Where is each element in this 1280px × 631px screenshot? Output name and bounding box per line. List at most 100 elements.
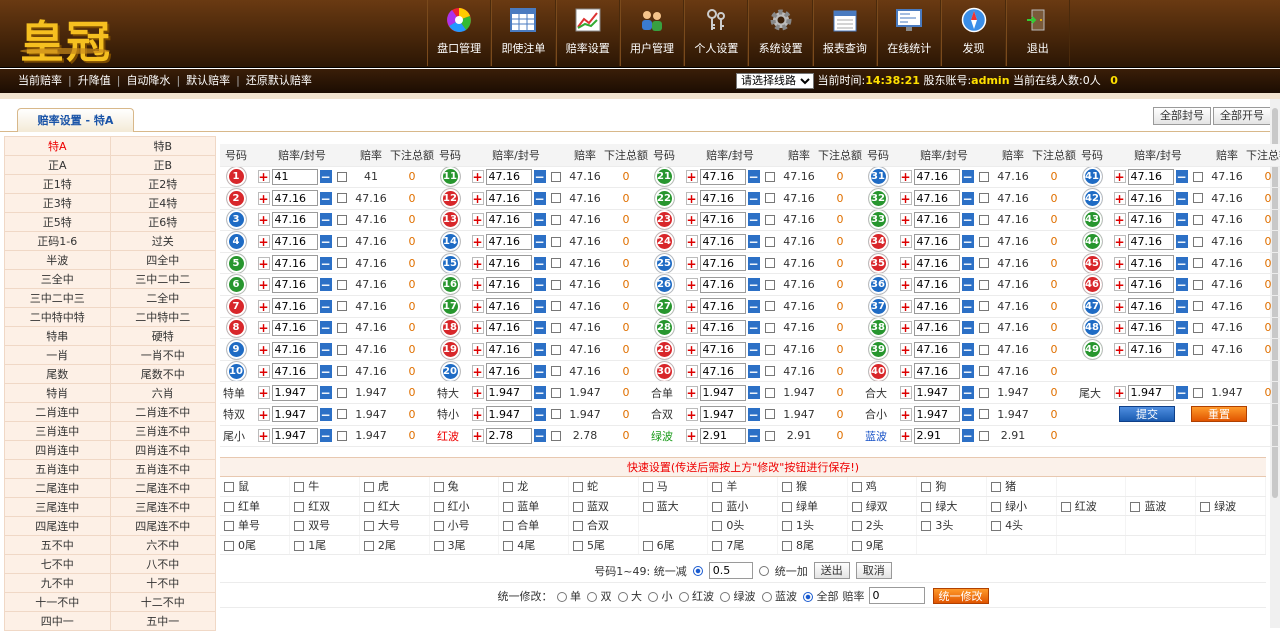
nav-item-5[interactable]: 系统设置	[748, 0, 813, 66]
sidebar-item[interactable]: 五肖连中	[4, 459, 111, 479]
lock-checkbox[interactable]	[1192, 258, 1203, 269]
submit-button[interactable]: 提交	[1119, 406, 1175, 423]
quick-checkbox[interactable]	[503, 482, 514, 493]
sidebar-item[interactable]: 尾数	[4, 364, 111, 384]
quick-option[interactable]: 1头	[777, 515, 848, 536]
increase-button[interactable]: +	[471, 256, 484, 270]
quick-option[interactable]: 牛	[289, 477, 360, 497]
quick-checkbox[interactable]	[224, 540, 234, 551]
lock-checkbox[interactable]	[764, 344, 775, 355]
nav-item-9[interactable]: 退出	[1005, 0, 1070, 66]
sidebar-item[interactable]: 五不中	[4, 535, 111, 555]
increase-button[interactable]: +	[1113, 235, 1126, 249]
sidebar-item[interactable]: 五肖连不中	[109, 459, 216, 479]
decrease-button[interactable]: −	[319, 191, 332, 205]
lock-checkbox[interactable]	[336, 236, 347, 247]
decrease-button[interactable]: −	[319, 364, 332, 378]
sidebar-item[interactable]: 正2特	[109, 174, 216, 194]
quick-option[interactable]: 狗	[916, 477, 988, 497]
decrease-button[interactable]: −	[319, 170, 332, 184]
line-select[interactable]: 请选择线路	[736, 73, 814, 89]
quick-checkbox[interactable]	[294, 540, 305, 551]
odds-input[interactable]	[699, 168, 746, 185]
sidebar-item[interactable]: 三肖连不中	[109, 421, 216, 441]
quick-checkbox[interactable]	[851, 502, 862, 513]
quick-option[interactable]: 红双	[289, 496, 360, 517]
quick-option[interactable]: 羊	[707, 477, 778, 497]
lock-checkbox[interactable]	[336, 258, 347, 269]
quick-option[interactable]: 蓝双	[568, 496, 639, 517]
quick-checkbox[interactable]	[572, 482, 583, 493]
quick-checkbox[interactable]	[572, 540, 583, 551]
odds-input[interactable]	[271, 255, 318, 272]
lock-checkbox[interactable]	[336, 344, 347, 355]
lock-checkbox[interactable]	[336, 322, 347, 333]
lock-checkbox[interactable]	[764, 279, 775, 290]
quick-option[interactable]: 兔	[429, 477, 500, 497]
odds-input[interactable]	[1127, 168, 1174, 185]
sidebar-item[interactable]: 九不中	[4, 573, 111, 593]
quick-checkbox[interactable]	[642, 482, 653, 493]
open-all-button[interactable]: 全部开号	[1213, 107, 1271, 125]
quick-option[interactable]: 2头	[847, 515, 918, 536]
odds-input[interactable]	[485, 406, 532, 423]
decrease-button[interactable]: −	[1175, 256, 1188, 270]
unify-option[interactable]: 大	[617, 588, 642, 604]
quick-option[interactable]: 绿小	[986, 496, 1057, 517]
lock-checkbox[interactable]	[978, 366, 989, 377]
lock-checkbox[interactable]	[764, 171, 775, 182]
quick-checkbox[interactable]	[921, 521, 932, 532]
increase-button[interactable]: +	[471, 407, 484, 421]
odds-input[interactable]	[271, 363, 318, 380]
sidebar-item[interactable]: 四肖连不中	[109, 440, 216, 460]
odds-input[interactable]	[271, 168, 318, 185]
unify-radio[interactable]	[617, 591, 628, 602]
increase-button[interactable]: +	[685, 191, 698, 205]
increase-button[interactable]: +	[257, 429, 270, 443]
unify-radio[interactable]	[803, 591, 813, 602]
decrease-button[interactable]: −	[1175, 386, 1188, 400]
lock-checkbox[interactable]	[550, 236, 561, 247]
sidebar-item[interactable]: 正3特	[4, 193, 111, 213]
increase-button[interactable]: +	[471, 299, 484, 313]
quick-option[interactable]: 蓝波	[1125, 496, 1197, 517]
unify-option[interactable]: 小	[648, 588, 673, 604]
increase-button[interactable]: +	[899, 386, 912, 400]
odds-input[interactable]	[913, 255, 960, 272]
quick-checkbox[interactable]	[503, 521, 514, 532]
quick-checkbox[interactable]	[433, 521, 444, 532]
quick-checkbox[interactable]	[433, 502, 444, 513]
sidebar-item[interactable]: 三肖连中	[4, 421, 111, 441]
quick-checkbox[interactable]	[712, 482, 723, 493]
sidebar-item[interactable]: 六不中	[109, 535, 216, 555]
decrease-button[interactable]: −	[961, 407, 974, 421]
increase-button[interactable]: +	[1113, 321, 1126, 335]
lock-checkbox[interactable]	[550, 301, 561, 312]
odds-input[interactable]	[913, 233, 960, 250]
odds-input[interactable]	[485, 341, 532, 358]
quick-checkbox[interactable]	[433, 540, 444, 551]
odds-input[interactable]	[485, 384, 532, 401]
odds-input[interactable]	[913, 298, 960, 315]
increase-button[interactable]: +	[1113, 213, 1126, 227]
lock-checkbox[interactable]	[978, 430, 989, 441]
decrease-button[interactable]: −	[961, 429, 974, 443]
lock-checkbox[interactable]	[336, 409, 347, 420]
unify-radio[interactable]	[587, 591, 597, 602]
sub-link[interactable]: 自动降水	[126, 74, 170, 87]
send-button[interactable]: 送出	[813, 562, 850, 579]
decrease-button[interactable]: −	[533, 235, 546, 249]
quick-checkbox[interactable]	[294, 502, 305, 513]
quick-checkbox[interactable]	[1200, 502, 1211, 513]
quick-checkbox[interactable]	[851, 482, 862, 493]
increase-button[interactable]: +	[257, 213, 270, 227]
decrease-button[interactable]: −	[1175, 170, 1188, 184]
unify-radio[interactable]	[761, 591, 772, 602]
odds-input[interactable]	[913, 190, 960, 207]
decrease-button[interactable]: −	[1175, 213, 1188, 227]
odds-input[interactable]	[485, 319, 532, 336]
sidebar-item[interactable]: 正6特	[109, 212, 216, 232]
decrease-button[interactable]: −	[1175, 299, 1188, 313]
decrease-button[interactable]: −	[533, 407, 546, 421]
odds-input[interactable]	[485, 298, 532, 315]
